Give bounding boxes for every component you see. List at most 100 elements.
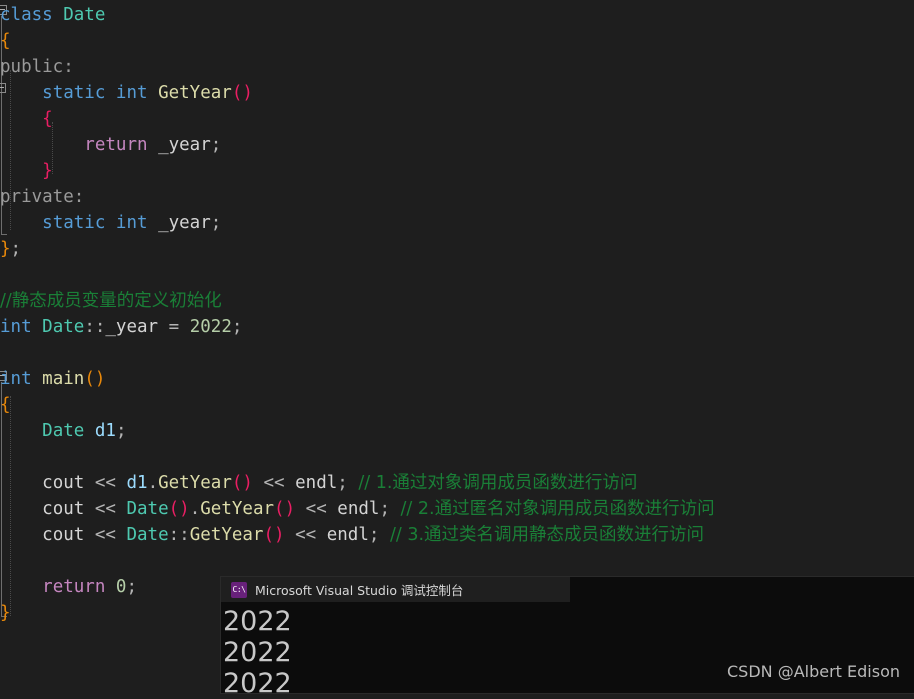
code-token: << <box>305 499 327 519</box>
code-token: Date <box>126 525 169 545</box>
console-output: 2022 2022 2022 <box>221 602 914 699</box>
code-line[interactable]: { <box>0 28 715 54</box>
code-token: : <box>63 57 74 77</box>
code-token: GetYear <box>189 525 264 545</box>
code-line[interactable]: static int GetYear() <box>0 80 715 106</box>
code-token: _year <box>158 135 211 155</box>
code-token: GetYear <box>158 473 232 493</box>
code-line[interactable]: class Date <box>0 2 715 28</box>
code-line[interactable] <box>0 262 715 288</box>
code-token: :: <box>84 317 106 337</box>
code-token: { <box>42 109 53 129</box>
code-token: private <box>0 187 74 207</box>
code-token: Date <box>126 499 169 519</box>
code-line[interactable]: int Date::_year = 2022; <box>0 314 715 340</box>
code-line[interactable]: } <box>0 158 715 184</box>
code-token: { <box>0 395 11 415</box>
code-token: . <box>147 473 159 493</box>
code-line[interactable] <box>0 444 715 470</box>
code-line[interactable]: Date d1; <box>0 418 715 444</box>
code-line[interactable] <box>0 548 715 574</box>
code-line[interactable]: return _year; <box>0 132 715 158</box>
code-token: = <box>168 317 180 337</box>
code-line[interactable]: private: <box>0 184 715 210</box>
code-line[interactable]: cout << d1.GetYear() << endl; // 1.通过对象调… <box>0 470 715 496</box>
code-token: int <box>0 369 32 389</box>
code-token: _year <box>158 213 211 233</box>
code-token: Date <box>42 421 85 441</box>
code-token: ; <box>379 499 390 519</box>
code-line[interactable]: static int _year; <box>0 210 715 236</box>
code-token: d1 <box>94 421 116 441</box>
code-lines[interactable]: class Date{public: static int GetYear() … <box>0 0 715 626</box>
code-token: } <box>0 239 11 259</box>
code-token: << <box>94 473 116 493</box>
code-token: return <box>84 135 148 155</box>
code-line[interactable] <box>0 340 715 366</box>
code-token: cout <box>42 473 85 493</box>
code-token: int <box>0 317 32 337</box>
code-token: () <box>84 369 106 389</box>
code-line[interactable]: }; <box>0 236 715 262</box>
code-token: return <box>42 577 106 597</box>
code-token: () <box>168 499 190 519</box>
code-token: ; <box>210 135 222 155</box>
code-token: () <box>263 525 285 545</box>
code-token: ; <box>231 317 243 337</box>
code-token: public <box>0 57 64 77</box>
code-token: endl <box>295 473 338 493</box>
code-token: endl <box>337 499 380 519</box>
code-token: int <box>115 213 148 233</box>
code-token: cout <box>42 499 85 519</box>
code-line[interactable]: public: <box>0 54 715 80</box>
code-token: () <box>231 83 253 103</box>
code-token: _year <box>105 317 159 337</box>
code-token: () <box>231 473 253 493</box>
console-title: Microsoft Visual Studio 调试控制台 <box>255 583 464 598</box>
code-token: int <box>115 83 148 103</box>
console-titlebar[interactable]: C:\ Microsoft Visual Studio 调试控制台 <box>221 577 570 602</box>
code-token: 2022 <box>189 317 232 337</box>
code-token: // 1.通过对象调用成员函数进行访问 <box>358 473 638 493</box>
code-token: << <box>263 473 285 493</box>
code-token: ; <box>115 421 127 441</box>
code-token: endl <box>326 525 369 545</box>
code-line[interactable]: { <box>0 106 715 132</box>
code-token: ; <box>210 213 222 233</box>
code-token: ; <box>126 577 138 597</box>
code-token: { <box>0 31 11 51</box>
code-line[interactable]: int main() <box>0 366 715 392</box>
code-line[interactable]: { <box>0 392 715 418</box>
code-token: GetYear <box>200 499 275 519</box>
code-token: // 2.通过匿名对象调用成员函数进行访问 <box>400 499 715 519</box>
code-token: GetYear <box>158 83 232 103</box>
code-line[interactable]: cout << Date().GetYear() << endl; // 2.通… <box>0 496 715 522</box>
code-line[interactable]: //静态成员变量的定义初始化 <box>0 288 715 314</box>
code-token: // 3.通过类名调用静态成员函数进行访问 <box>389 525 705 545</box>
code-line[interactable]: cout << Date::GetYear() << endl; // 3.通过… <box>0 522 715 548</box>
code-token: :: <box>168 525 190 545</box>
